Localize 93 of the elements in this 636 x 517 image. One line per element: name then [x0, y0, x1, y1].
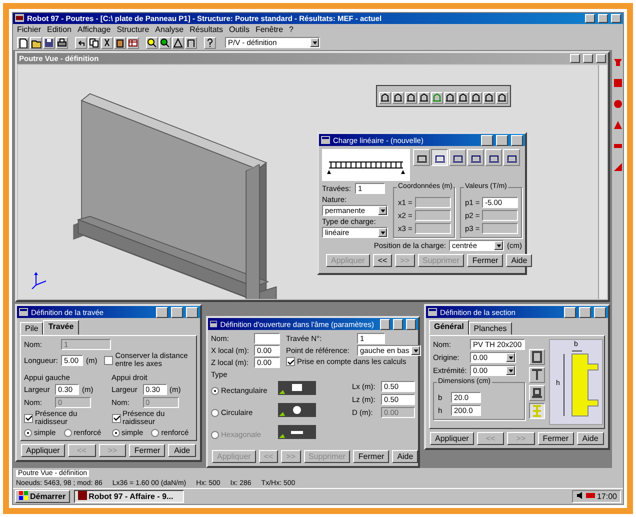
dialog-button[interactable]: Aide [168, 444, 196, 457]
app-icon [78, 491, 87, 502]
start-button[interactable]: Démarrer [15, 490, 70, 503]
radio-button[interactable] [24, 428, 32, 436]
radio-button[interactable] [211, 408, 219, 416]
structure-icon[interactable] [172, 36, 184, 48]
dialog-button[interactable]: Fermer [353, 450, 390, 463]
close-button[interactable] [611, 14, 621, 23]
maximize-button[interactable] [583, 54, 593, 63]
dialog-button[interactable]: Aide [576, 432, 604, 445]
minimize-button[interactable] [481, 134, 493, 146]
tool-icon[interactable] [392, 92, 404, 104]
minimize-button[interactable] [570, 54, 580, 63]
menu-item[interactable]: Edition [47, 25, 72, 34]
axes-icon [30, 271, 48, 289]
close-button[interactable] [186, 306, 198, 318]
tab[interactable]: Pile [20, 322, 44, 335]
undo-icon[interactable] [75, 36, 87, 48]
copy-icon[interactable] [88, 36, 100, 48]
radio-button[interactable] [151, 428, 160, 436]
menu-item[interactable]: ? [289, 25, 294, 34]
tab[interactable]: Planches [468, 322, 512, 335]
window-icon [19, 308, 28, 316]
menu-item[interactable]: Résultats [190, 25, 223, 34]
radio-button[interactable] [112, 428, 120, 436]
menu-item[interactable]: Affichage [77, 25, 111, 34]
tool-icon[interactable] [496, 92, 508, 104]
checkbox[interactable] [24, 414, 33, 422]
dialog-button[interactable]: Fermer [129, 444, 166, 457]
input-field[interactable] [254, 333, 280, 344]
menu-item[interactable]: Analyse [155, 25, 184, 34]
dialog-button[interactable]: Aide [392, 450, 418, 463]
caret-icon [310, 38, 319, 47]
speaker-icon[interactable] [576, 491, 584, 502]
tool-icon[interactable] [457, 92, 469, 104]
radio-button[interactable] [64, 428, 72, 436]
menu-item[interactable]: Structure [116, 25, 150, 34]
dialog-button[interactable]: Aide [506, 254, 532, 267]
clock: 17:00 [596, 492, 617, 501]
cut-icon[interactable] [101, 36, 113, 48]
window-icon [210, 320, 218, 328]
close-button[interactable] [594, 306, 606, 318]
zoom-icon[interactable] [146, 36, 158, 48]
tab[interactable]: Général [429, 320, 469, 335]
menu-item[interactable]: Outils [229, 25, 250, 34]
dialog-button[interactable]: << [372, 254, 392, 267]
new-file-icon[interactable] [17, 36, 29, 48]
menu-item[interactable]: Fichier [17, 25, 42, 34]
tool-icon[interactable] [418, 92, 430, 104]
window-icon [321, 136, 330, 144]
checkbox[interactable] [112, 414, 120, 422]
menu-item[interactable]: Fenêtre [255, 25, 284, 34]
close-button[interactable] [596, 54, 606, 63]
dialog-button[interactable]: Appliquer [430, 432, 474, 445]
save-icon[interactable] [43, 36, 55, 48]
open-folder-icon[interactable] [30, 36, 42, 48]
caret-icon [378, 228, 387, 237]
tool-icon[interactable] [444, 92, 456, 104]
caret-icon [506, 366, 515, 375]
table-icon[interactable] [127, 36, 139, 48]
load-type-icon[interactable] [431, 149, 448, 166]
minimize-button[interactable] [156, 306, 168, 318]
close-button[interactable] [406, 318, 416, 330]
dialog-button[interactable]: Appliquer [21, 444, 65, 457]
window-icon [428, 308, 437, 316]
maximize-button[interactable] [598, 14, 608, 23]
dialog-button[interactable]: Fermer [538, 432, 574, 445]
caret-icon [506, 353, 515, 362]
tab[interactable]: Travée [43, 320, 79, 335]
maximize-button[interactable] [579, 306, 591, 318]
checkbox[interactable] [286, 357, 295, 366]
taskbar-button[interactable]: Robot 97 - Affaire - 9... [74, 490, 184, 503]
caret-icon [378, 206, 387, 215]
maximize-button[interactable] [392, 318, 403, 330]
minimize-button[interactable] [585, 14, 595, 23]
dialog-button[interactable]: Fermer [467, 254, 504, 267]
maximize-button[interactable] [496, 134, 508, 146]
frame-icon[interactable] [185, 36, 197, 48]
checkbox[interactable] [104, 356, 114, 364]
tool-icon[interactable] [470, 92, 482, 104]
minimize-button[interactable] [564, 306, 576, 318]
close-button[interactable] [511, 134, 523, 146]
tool-icon[interactable] [483, 92, 495, 104]
help-icon[interactable] [204, 36, 216, 48]
tool-icon[interactable] [405, 92, 417, 104]
caret-icon [494, 241, 503, 250]
print-icon[interactable] [56, 36, 68, 48]
windows-logo-icon [19, 491, 28, 502]
minimize-button[interactable] [380, 318, 390, 330]
radio-button[interactable] [211, 386, 219, 394]
maximize-button[interactable] [171, 306, 183, 318]
zoom-icon[interactable] [159, 36, 171, 48]
tool-icon[interactable] [379, 92, 391, 104]
